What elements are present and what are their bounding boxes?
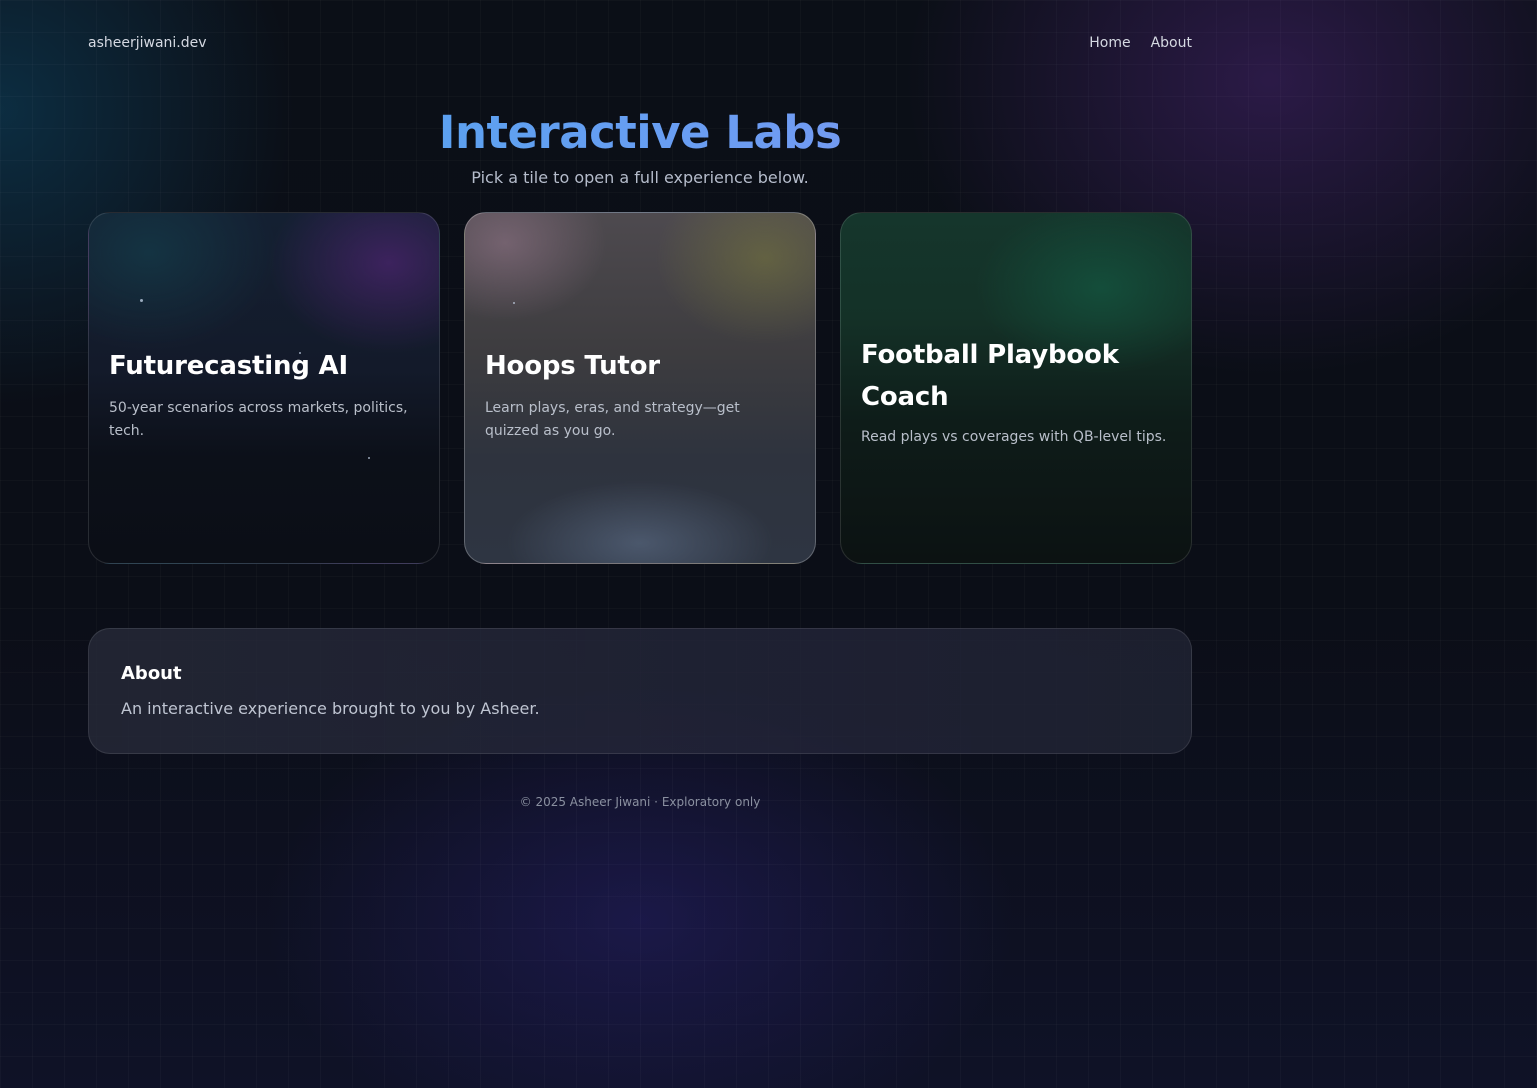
about-section: About An interactive experience brought … bbox=[88, 628, 1192, 754]
top-nav: asheerjiwani.dev Home About bbox=[88, 32, 1192, 54]
tiles-grid: Futurecasting AI 50-year scenarios acros… bbox=[88, 212, 1192, 564]
tile-futurecasting-ai[interactable]: Futurecasting AI 50-year scenarios acros… bbox=[88, 212, 440, 564]
sparkle-dot bbox=[368, 457, 370, 459]
about-heading: About bbox=[121, 663, 182, 684]
footer: © 2025 Asheer Jiwani · Exploratory only bbox=[88, 795, 1192, 809]
brand-link[interactable]: asheerjiwani.dev bbox=[88, 35, 207, 51]
copyright-text: © 2025 Asheer Jiwani · Exploratory only bbox=[519, 795, 761, 809]
page-subtitle: Pick a tile to open a full experience be… bbox=[471, 168, 809, 187]
tile-hoops-tutor[interactable]: Hoops Tutor Learn plays, eras, and strat… bbox=[464, 212, 816, 564]
sparkle-dot bbox=[140, 299, 143, 302]
tile-description: Learn plays, eras, and strategy—get quiz… bbox=[485, 400, 740, 439]
page-title: Interactive Labs bbox=[88, 104, 1192, 162]
nav-link-home[interactable]: Home bbox=[1089, 35, 1130, 51]
sparkle-dot bbox=[513, 302, 515, 304]
tile-description: Read plays vs coverages with QB-level ti… bbox=[861, 429, 1167, 445]
tile-title: Hoops Tutor bbox=[485, 351, 660, 381]
tile-description: 50-year scenarios across markets, politi… bbox=[109, 400, 408, 439]
hero: Interactive Labs Pick a tile to open a f… bbox=[88, 104, 1192, 187]
tile-title: Football Playbook Coach bbox=[861, 340, 1119, 412]
nav-link-about[interactable]: About bbox=[1151, 35, 1192, 51]
nav-links: Home About bbox=[1089, 35, 1192, 51]
tile-title: Futurecasting AI bbox=[109, 351, 348, 381]
tile-football-playbook-coach[interactable]: Football Playbook Coach Read plays vs co… bbox=[840, 212, 1192, 564]
about-text: An interactive experience brought to you… bbox=[121, 699, 540, 718]
